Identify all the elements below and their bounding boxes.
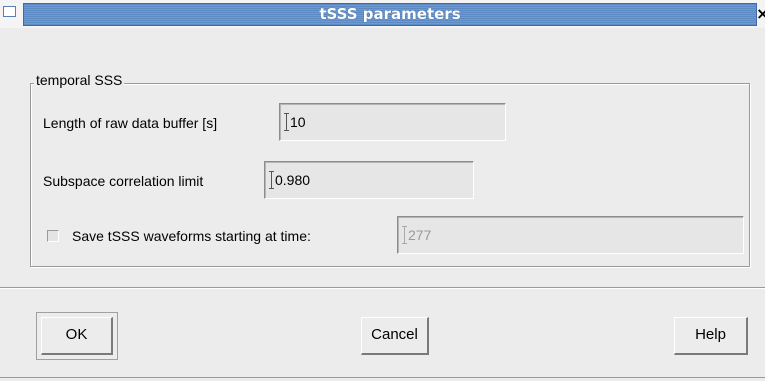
save-waveforms-label: Save tSSS waveforms starting at time: xyxy=(72,228,311,244)
window-title: tSSS parameters xyxy=(319,5,461,23)
separator xyxy=(0,287,765,289)
correlation-limit-input[interactable]: 0.980 xyxy=(264,161,474,199)
correlation-limit-value: 0.980 xyxy=(275,172,311,188)
bottom-border xyxy=(0,377,765,378)
buffer-length-input[interactable]: 10 xyxy=(279,103,506,141)
title-bar: tSSS parameters × xyxy=(0,0,765,28)
buffer-length-label: Length of raw data buffer [s] xyxy=(43,115,218,131)
save-waveforms-checkbox[interactable] xyxy=(47,230,59,242)
window-menu-icon[interactable] xyxy=(3,6,16,17)
text-cursor-icon xyxy=(402,226,407,244)
close-icon[interactable]: × xyxy=(756,3,765,25)
text-cursor-icon xyxy=(284,113,289,131)
correlation-limit-label: Subspace correlation limit xyxy=(43,173,204,189)
ok-button[interactable]: OK xyxy=(36,312,118,360)
start-time-input[interactable]: 277 xyxy=(397,216,744,254)
buffer-length-value: 10 xyxy=(290,114,306,130)
help-button[interactable]: Help xyxy=(674,317,748,355)
text-cursor-icon xyxy=(269,171,274,189)
cancel-button[interactable]: Cancel xyxy=(361,317,429,355)
start-time-value: 277 xyxy=(408,227,432,243)
group-label: temporal SSS xyxy=(34,72,125,88)
